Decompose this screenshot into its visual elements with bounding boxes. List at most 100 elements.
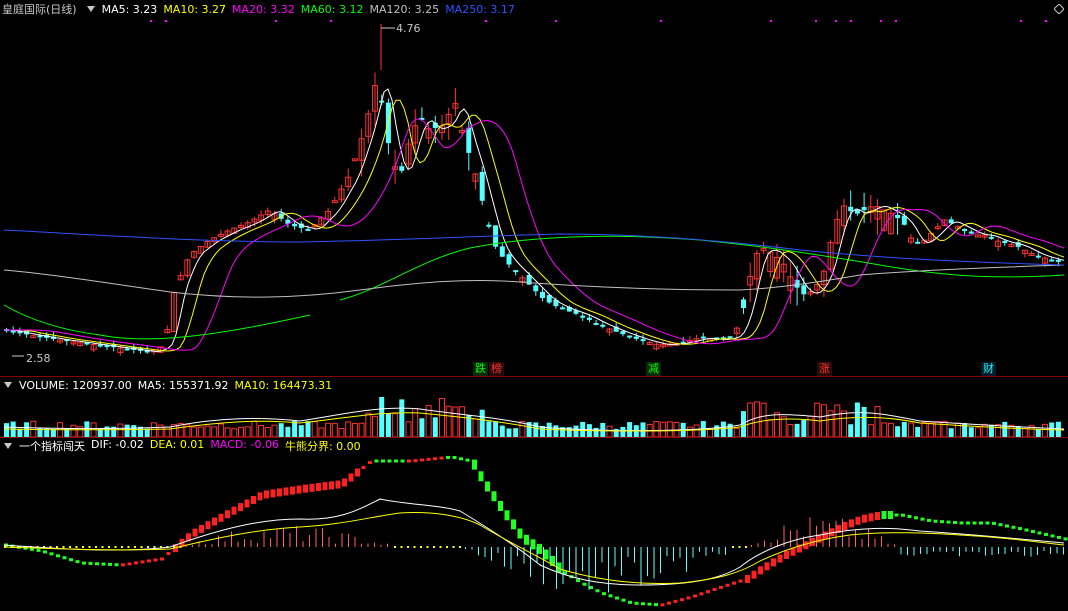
volume-bar [513,428,519,437]
macd-signal-dot [660,603,665,607]
macd-signal-dot [998,523,1003,527]
macd-signal-dot [849,519,854,528]
candle-body [593,322,599,325]
macd-signal-dot [985,521,990,525]
macd-signal-dot [49,552,54,556]
macd-signal-dot [95,562,99,566]
macd-signal-dot [927,518,931,522]
macd-signal-dot [251,495,256,504]
volume-bar [150,422,157,437]
volume-bar [981,423,988,437]
macd-signal-dot [940,520,944,524]
volume-bar [70,424,77,437]
macd-zero-dot [69,546,71,548]
macd-signal-dot [706,590,710,594]
volume-bar [995,424,1002,437]
macd-zero-dot [400,546,403,548]
macd-signal-dot [491,491,497,502]
tag-die[interactable]: 跌 [473,362,488,376]
volume-bar [753,401,760,437]
macd-signal-dot [881,511,887,519]
volume-bar [325,422,332,437]
volume-bar [258,424,265,437]
volume-bar [707,428,713,437]
volume-bar [727,423,733,437]
volume-chart[interactable] [0,377,1068,437]
macd-signal-dot [400,459,405,463]
macd-zero-dot [108,546,110,548]
macd-signal-dot [75,560,80,564]
volume-bar [941,420,948,437]
macd-zero-dot [62,546,65,548]
macd-signal-dot [745,575,750,583]
volume-bar [921,422,928,437]
macd-signal-dot [277,488,282,497]
volume-bar [399,399,405,437]
candle-body [1049,259,1055,262]
macd-signal-dot [296,485,302,494]
macd-signal-dot [602,592,606,596]
macd-signal-dot [823,531,828,540]
volume-bar [84,421,90,437]
macd-signal-dot [205,521,211,530]
volume-bar [606,425,613,437]
volume-bar [1042,423,1048,437]
macd-signal-dot [56,554,60,558]
macd-signal-dot [992,521,996,525]
candle-body [1055,259,1061,262]
macd-signal-dot [465,458,470,462]
macd-signal-dot [530,539,536,550]
macd-signal-dot [771,558,776,567]
volume-bar [714,425,720,437]
macd-signal-dot [283,487,289,496]
candle-body [700,336,706,339]
macd-signal-dot [777,554,783,563]
volume-bar [311,421,318,437]
high-price-label: 4.76 [396,22,421,35]
volume-bar [278,423,284,437]
volume-bar [573,425,579,437]
candlestick-chart[interactable] [0,0,1068,376]
macd-signal-dot [647,602,652,606]
volume-macd-divider [0,437,1068,438]
macd-signal-dot [127,562,132,566]
volume-bar [499,425,505,437]
macd-signal-dot [374,459,379,463]
volume-bar [760,402,767,437]
macd-signal-dot [933,519,938,523]
macd-signal-dot [433,457,437,461]
volume-bar [895,426,901,437]
tag-cai[interactable]: 财 [981,362,996,376]
volume-bar [1015,426,1021,437]
macd-signal-dot [686,596,691,600]
macd-zero-dot [101,546,104,548]
candle-body [633,336,639,339]
macd-signal-dot [368,461,372,465]
volume-bar [238,426,244,437]
macd-signal-dot [426,457,431,461]
macd-zero-dot [420,546,422,548]
macd-signal-dot [732,581,736,585]
macd-signal-dot [543,549,549,560]
macd-signal-dot [979,521,983,525]
macd-signal-dot [784,551,789,559]
ma250-line [3,229,1065,266]
candle-body [97,344,103,347]
tag-bang[interactable]: 榜 [489,362,504,376]
macd-signal-dot [264,490,269,499]
macd-signal-dot [641,602,645,606]
macd-signal-dot [101,562,106,566]
macd-zero-dot [433,546,435,548]
macd-zero-dot [88,546,91,548]
macd-signal-dot [667,601,671,605]
macd-chart[interactable] [0,439,1068,611]
macd-signal-dot [166,552,171,556]
candle-body [466,127,472,153]
macd-signal-dot [875,512,880,520]
volume-bar [780,416,787,437]
volume-bar [915,426,921,437]
tag-jian[interactable]: 减 [646,362,661,376]
tag-zhang[interactable]: 涨 [817,362,832,376]
low-price-label: 2.58 [26,352,51,365]
macd-signal-dot [901,513,905,517]
